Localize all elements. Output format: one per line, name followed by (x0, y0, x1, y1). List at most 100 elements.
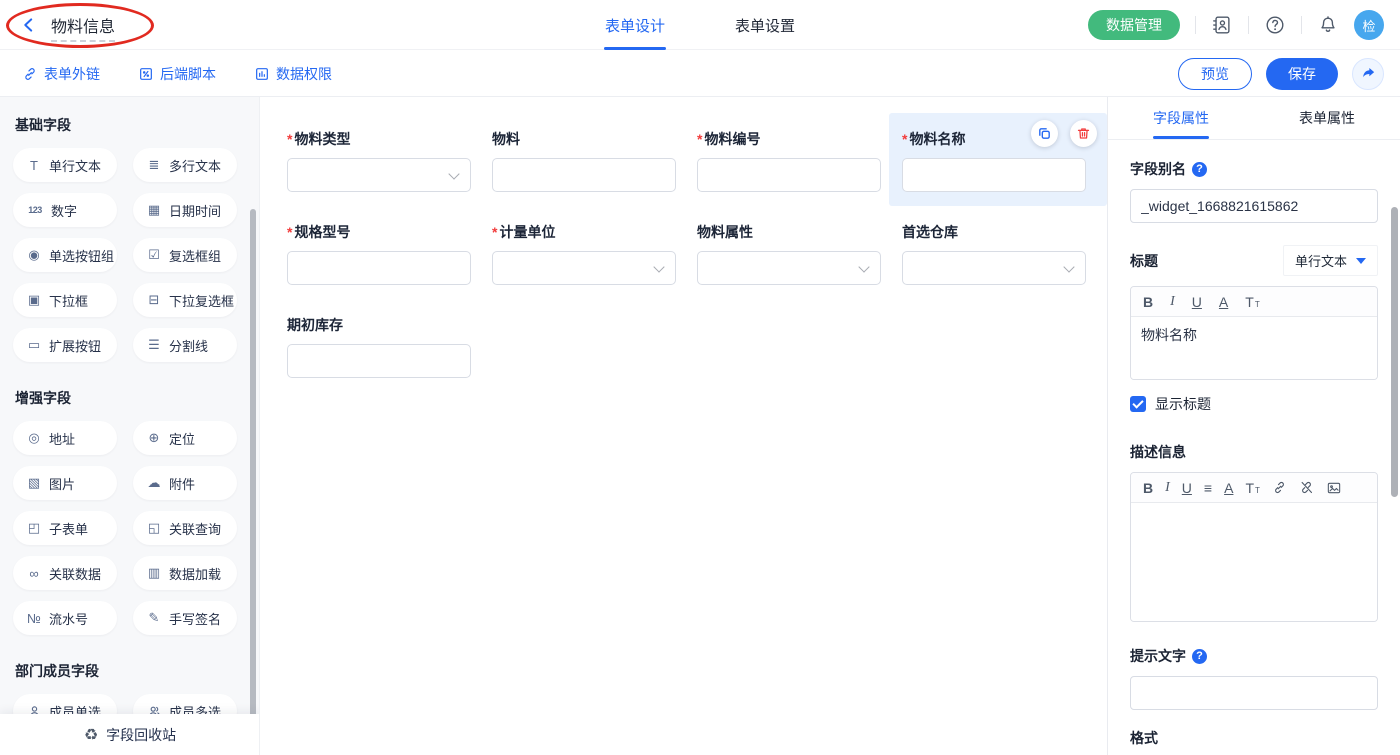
form-toolbar: 表单外链 后端脚本 数据权限 预览 保存 (0, 51, 1400, 97)
field-widget-material-code[interactable]: 物料编号 (697, 113, 902, 206)
material-name-input[interactable] (902, 158, 1086, 192)
extend-button-icon: ▭ (26, 337, 42, 353)
question-badge-icon[interactable]: ? (1192, 162, 1207, 177)
material-type-select[interactable] (287, 158, 471, 192)
material-code-input[interactable] (697, 158, 881, 192)
contacts-icon[interactable] (1211, 14, 1233, 36)
item-label: 多行文本 (169, 156, 221, 175)
page-title[interactable]: 物料信息 (51, 13, 115, 37)
field-widget-spec-model[interactable]: 规格型号 (287, 206, 492, 299)
sidebar-item-number[interactable]: 123数字 (13, 193, 117, 227)
insert-link-icon[interactable] (1272, 480, 1287, 495)
field-alias-input[interactable] (1130, 189, 1378, 223)
font-size-icon[interactable]: T (1245, 481, 1259, 495)
field-widget-initial-stock[interactable]: 期初库存 (287, 299, 492, 392)
label-text: 格式 (1130, 728, 1158, 748)
material-input[interactable] (492, 158, 676, 192)
preview-button[interactable]: 预览 (1178, 58, 1252, 90)
sidebar-item-address[interactable]: ◎地址 (13, 421, 117, 455)
script-icon (138, 66, 154, 82)
sidebar-item-extend-button[interactable]: ▭扩展按钮 (13, 328, 117, 362)
chevron-down-icon (1063, 261, 1074, 272)
material-attr-select[interactable] (697, 251, 881, 285)
tab-form-design[interactable]: 表单设计 (605, 0, 665, 50)
form-design-canvas[interactable]: 物料类型 物料 物料编号 物料名称 规格型号 (260, 97, 1108, 755)
sidebar-item-datetime[interactable]: ▦日期时间 (133, 193, 237, 227)
field-widget-material[interactable]: 物料 (492, 113, 697, 206)
item-label: 分割线 (169, 336, 208, 355)
sidebar-item-serial-number[interactable]: №流水号 (13, 601, 117, 635)
data-permission[interactable]: 数据权限 (254, 64, 332, 84)
avatar-text: 检 (1362, 16, 1375, 35)
align-icon[interactable]: ≡ (1204, 481, 1212, 495)
form-external-link[interactable]: 表单外链 (22, 64, 100, 84)
tab-field-properties[interactable]: 字段属性 (1108, 97, 1254, 139)
bell-icon[interactable] (1317, 14, 1339, 36)
field-widget-material-attr[interactable]: 物料属性 (697, 206, 902, 299)
insert-image-icon[interactable] (1326, 480, 1342, 496)
italic-icon[interactable]: I (1170, 295, 1175, 309)
question-badge-icon[interactable]: ? (1192, 649, 1207, 664)
field-label-text: 物料属性 (697, 222, 753, 242)
unit-select[interactable] (492, 251, 676, 285)
show-title-checkbox[interactable] (1130, 396, 1146, 412)
sidebar-item-multi-select[interactable]: ⊟下拉复选框 (133, 283, 237, 317)
sidebar-scrollbar[interactable] (250, 209, 256, 755)
underline-icon[interactable]: U (1192, 295, 1202, 309)
sidebar-item-subform[interactable]: ◰子表单 (13, 511, 117, 545)
font-color-icon[interactable]: A (1224, 481, 1233, 495)
sidebar-item-select[interactable]: ▣下拉框 (13, 283, 117, 317)
bold-icon[interactable]: B (1143, 295, 1153, 309)
avatar[interactable]: 检 (1354, 10, 1384, 40)
field-widget-material-type[interactable]: 物料类型 (287, 113, 492, 206)
sidebar-item-linked-data[interactable]: ∞关联数据 (13, 556, 117, 590)
field-recycle-bin[interactable]: ♻ 字段回收站 (0, 714, 260, 755)
inspector-scrollbar[interactable] (1391, 207, 1398, 497)
field-widget-unit[interactable]: 计量单位 (492, 206, 697, 299)
image-icon: ▧ (26, 475, 42, 491)
select-icon: ▣ (26, 292, 42, 308)
share-button[interactable] (1352, 58, 1384, 90)
spec-model-input[interactable] (287, 251, 471, 285)
sidebar-item-radio-group[interactable]: ◉单选按钮组 (13, 238, 117, 272)
backend-script[interactable]: 后端脚本 (138, 64, 216, 84)
sidebar-item-divider[interactable]: ☰分割线 (133, 328, 237, 362)
sidebar-item-multi-line-text[interactable]: ≣ 多行文本 (133, 148, 237, 182)
field-widget-preferred-warehouse[interactable]: 首选仓库 (902, 206, 1107, 299)
data-manage-button[interactable]: 数据管理 (1088, 10, 1180, 40)
tab-label: 字段属性 (1153, 108, 1209, 128)
delete-field-button[interactable] (1070, 120, 1097, 147)
sidebar-item-location[interactable]: ⊕定位 (133, 421, 237, 455)
chevron-down-icon (448, 168, 459, 179)
font-color-icon[interactable]: A (1219, 295, 1228, 309)
sidebar-item-checkbox-group[interactable]: ☑复选框组 (133, 238, 237, 272)
item-label: 关联数据 (49, 564, 101, 583)
sidebar-item-single-line-text[interactable]: T单行文本 (13, 148, 117, 182)
sidebar-item-data-load[interactable]: ▥数据加载 (133, 556, 237, 590)
sidebar-item-attachment[interactable]: ☁附件 (133, 466, 237, 500)
multi-line-text-icon: ≣ (146, 157, 162, 173)
sidebar-item-linked-query[interactable]: ◱关联查询 (133, 511, 237, 545)
preferred-warehouse-select[interactable] (902, 251, 1086, 285)
font-size-icon[interactable]: T (1245, 295, 1259, 309)
title-content-input[interactable]: 物料名称 (1131, 317, 1377, 379)
save-button[interactable]: 保存 (1266, 58, 1338, 90)
tab-form-settings[interactable]: 表单设置 (735, 0, 795, 50)
sidebar-item-image[interactable]: ▧图片 (13, 466, 117, 500)
italic-icon[interactable]: I (1165, 481, 1170, 495)
remove-link-icon[interactable] (1299, 480, 1314, 495)
initial-stock-input[interactable] (287, 344, 471, 378)
tip-text-input[interactable] (1130, 676, 1378, 710)
back-icon[interactable] (20, 16, 38, 34)
help-icon[interactable] (1264, 14, 1286, 36)
tab-form-properties[interactable]: 表单属性 (1254, 97, 1400, 139)
field-widget-material-name[interactable]: 物料名称 (889, 113, 1107, 206)
underline-icon[interactable]: U (1182, 481, 1192, 495)
sidebar-item-signature[interactable]: ✎手写签名 (133, 601, 237, 635)
bold-icon[interactable]: B (1143, 481, 1153, 495)
title-type-select[interactable]: 单行文本 (1283, 245, 1378, 276)
description-content-input[interactable] (1131, 503, 1377, 621)
description-label: 描述信息 (1130, 442, 1378, 462)
field-label: 计量单位 (492, 222, 689, 242)
copy-field-button[interactable] (1031, 120, 1058, 147)
